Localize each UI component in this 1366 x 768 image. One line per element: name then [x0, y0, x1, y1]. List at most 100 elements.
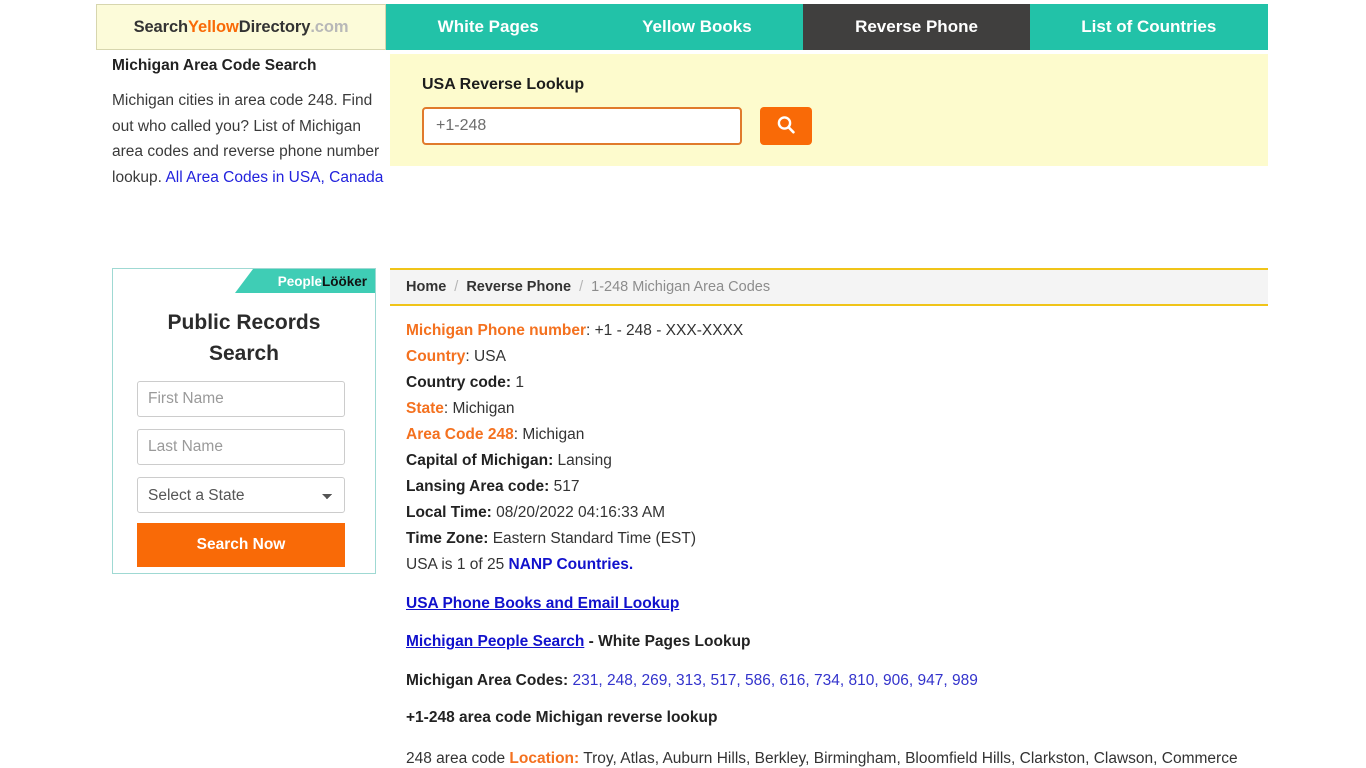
area-code-separator: ,: [598, 672, 608, 689]
detail-country-code-value: 1: [511, 374, 524, 391]
detail-phone-number: Michigan Phone number: +1 - 248 - XXX-XX…: [406, 318, 1252, 344]
detail-capital-area-code: Lansing Area code: 517: [406, 474, 1252, 500]
sidebar-title: Michigan Area Code Search: [112, 57, 317, 74]
area-code-link-313[interactable]: 313: [676, 672, 702, 689]
location-label: Location:: [509, 750, 580, 767]
area-code-link-248[interactable]: 248: [607, 672, 633, 689]
peoplelooker-ribbon: People Lööker: [113, 269, 375, 293]
area-code-separator: ,: [701, 672, 711, 689]
area-code-separator: ,: [770, 672, 780, 689]
peoplelooker-logo-people: People: [277, 273, 322, 289]
location-prefix: 248 area code: [406, 750, 510, 767]
logo-text-yellow: Yellow: [188, 17, 239, 36]
area-code-separator: ,: [908, 672, 918, 689]
breadcrumb-reverse-phone-link[interactable]: Reverse Phone: [466, 279, 571, 295]
reverse-lookup-line: +1-248 area code Michigan reverse lookup: [406, 709, 718, 726]
breadcrumb-separator: /: [454, 279, 459, 295]
search-now-button[interactable]: Search Now: [137, 523, 345, 567]
detail-area-code-value: : Michigan: [513, 426, 585, 443]
area-code-separator: ,: [632, 672, 642, 689]
usa-phone-books-link[interactable]: USA Phone Books and Email Lookup: [406, 595, 679, 612]
logo-text-directory: Directory: [238, 17, 311, 36]
reverse-lookup-search-button[interactable]: [760, 107, 812, 145]
area-code-link-989[interactable]: 989: [952, 672, 978, 689]
michigan-area-codes-line: Michigan Area Codes: 231, 248, 269, 313,…: [406, 669, 1252, 693]
reverse-lookup-panel: USA Reverse Lookup: [390, 54, 1268, 166]
detail-country-code-label: Country code:: [406, 374, 512, 391]
detail-country-code: Country code: 1: [406, 370, 1252, 396]
detail-state-label: State: [406, 400, 444, 417]
detail-time-zone-value: Eastern Standard Time (EST): [488, 530, 696, 547]
michigan-people-search-link[interactable]: Michigan People Search: [406, 633, 584, 650]
page-root: Search Yellow Directory .com White Pages Ye…: [0, 0, 1366, 768]
last-name-input[interactable]: [137, 429, 345, 465]
michigan-area-codes-label: Michigan Area Codes:: [406, 672, 569, 689]
detail-country: Country: USA: [406, 344, 1252, 370]
state-select[interactable]: Select a State: [137, 477, 345, 513]
detail-capital-area-code-label: Lansing Area code:: [406, 478, 550, 495]
logo-text-search: Search: [133, 17, 189, 36]
area-code-separator: ,: [805, 672, 815, 689]
search-icon: [775, 114, 797, 139]
area-code-link-906[interactable]: 906: [883, 672, 909, 689]
detail-nanp: USA is 1 of 25 NANP Countries.: [406, 552, 1252, 578]
nav-item-white-pages[interactable]: White Pages: [386, 4, 590, 50]
detail-country-label: Country: [406, 348, 466, 365]
area-code-link-810[interactable]: 810: [849, 672, 875, 689]
breadcrumb-home-link[interactable]: Home: [406, 279, 446, 295]
area-code-separator: ,: [839, 672, 849, 689]
detail-nanp-prefix: USA is 1 of 25: [406, 556, 509, 573]
details-block: Michigan Phone number: +1 - 248 - XXX-XX…: [390, 306, 1268, 768]
area-code-link-947[interactable]: 947: [918, 672, 944, 689]
people-search-suffix: - White Pages Lookup: [584, 633, 751, 650]
nanp-countries-link[interactable]: NANP Countries.: [509, 556, 634, 573]
area-code-separator: ,: [667, 672, 677, 689]
detail-time-zone: Time Zone: Eastern Standard Time (EST): [406, 526, 1252, 552]
area-code-link-586[interactable]: 586: [745, 672, 771, 689]
breadcrumb: Home / Reverse Phone / 1-248 Michigan Ar…: [390, 268, 1268, 306]
peoplelooker-logo: People Lööker: [235, 269, 375, 293]
site-logo[interactable]: Search Yellow Directory .com: [96, 4, 386, 50]
detail-state-value: : Michigan: [443, 400, 515, 417]
area-code-separator: ,: [943, 672, 953, 689]
peoplelooker-logo-looker: Lööker: [321, 273, 367, 289]
detail-local-time-label: Local Time:: [406, 504, 492, 521]
detail-capital: Capital of Michigan: Lansing: [406, 448, 1252, 474]
people-search-line: Michigan People Search - White Pages Loo…: [406, 630, 1252, 654]
detail-capital-area-code-value: 517: [549, 478, 580, 495]
main-content: Home / Reverse Phone / 1-248 Michigan Ar…: [390, 268, 1268, 768]
detail-phone-number-value: : +1 - 248 - XXX-XXXX: [585, 322, 744, 339]
logo-text-dotcom: .com: [310, 17, 349, 36]
first-name-input[interactable]: [137, 381, 345, 417]
peoplelooker-title: Public Records Search: [167, 311, 321, 365]
detail-local-time: Local Time: 08/20/2022 04:16:33 AM: [406, 500, 1252, 526]
phone-books-line: USA Phone Books and Email Lookup: [406, 592, 1252, 616]
breadcrumb-current: 1-248 Michigan Area Codes: [591, 279, 771, 295]
location-block: 248 area code Location: Troy, Atlas, Aub…: [406, 746, 1252, 768]
detail-phone-number-label: Michigan Phone number: [406, 322, 586, 339]
detail-local-time-value: 08/20/2022 04:16:33 AM: [491, 504, 666, 521]
area-code-separator: ,: [874, 672, 884, 689]
detail-time-zone-label: Time Zone:: [406, 530, 489, 547]
area-code-link-616[interactable]: 616: [780, 672, 806, 689]
detail-area-code-label: Area Code 248: [406, 426, 514, 443]
detail-area-code: Area Code 248: Michigan: [406, 422, 1252, 448]
detail-capital-label: Capital of Michigan:: [406, 452, 554, 469]
detail-capital-value: Lansing: [553, 452, 612, 469]
nav-item-yellow-books[interactable]: Yellow Books: [590, 4, 803, 50]
peoplelooker-widget: PeopleLööker Public Records Search Selec…: [112, 268, 376, 574]
detail-country-value: : USA: [465, 348, 506, 365]
sidebar-all-area-codes-link[interactable]: All Area Codes in USA, Canada: [165, 169, 383, 186]
reverse-lookup-heading: USA Reverse Lookup: [422, 76, 585, 93]
nav-item-list-of-countries[interactable]: List of Countries: [1030, 4, 1268, 50]
area-code-link-517[interactable]: 517: [711, 672, 737, 689]
area-code-separator: ,: [736, 672, 746, 689]
michigan-area-codes-values: 231, 248, 269, 313, 517, 586, 616, 734, …: [573, 672, 978, 689]
area-code-link-269[interactable]: 269: [642, 672, 668, 689]
reverse-lookup-input[interactable]: [422, 107, 742, 145]
breadcrumb-separator-2: /: [579, 279, 584, 295]
sidebar-description: Michigan cities in area code 248. Find o…: [112, 88, 384, 190]
nav-item-reverse-phone[interactable]: Reverse Phone: [803, 4, 1030, 50]
area-code-link-734[interactable]: 734: [814, 672, 840, 689]
area-code-link-231[interactable]: 231: [573, 672, 599, 689]
